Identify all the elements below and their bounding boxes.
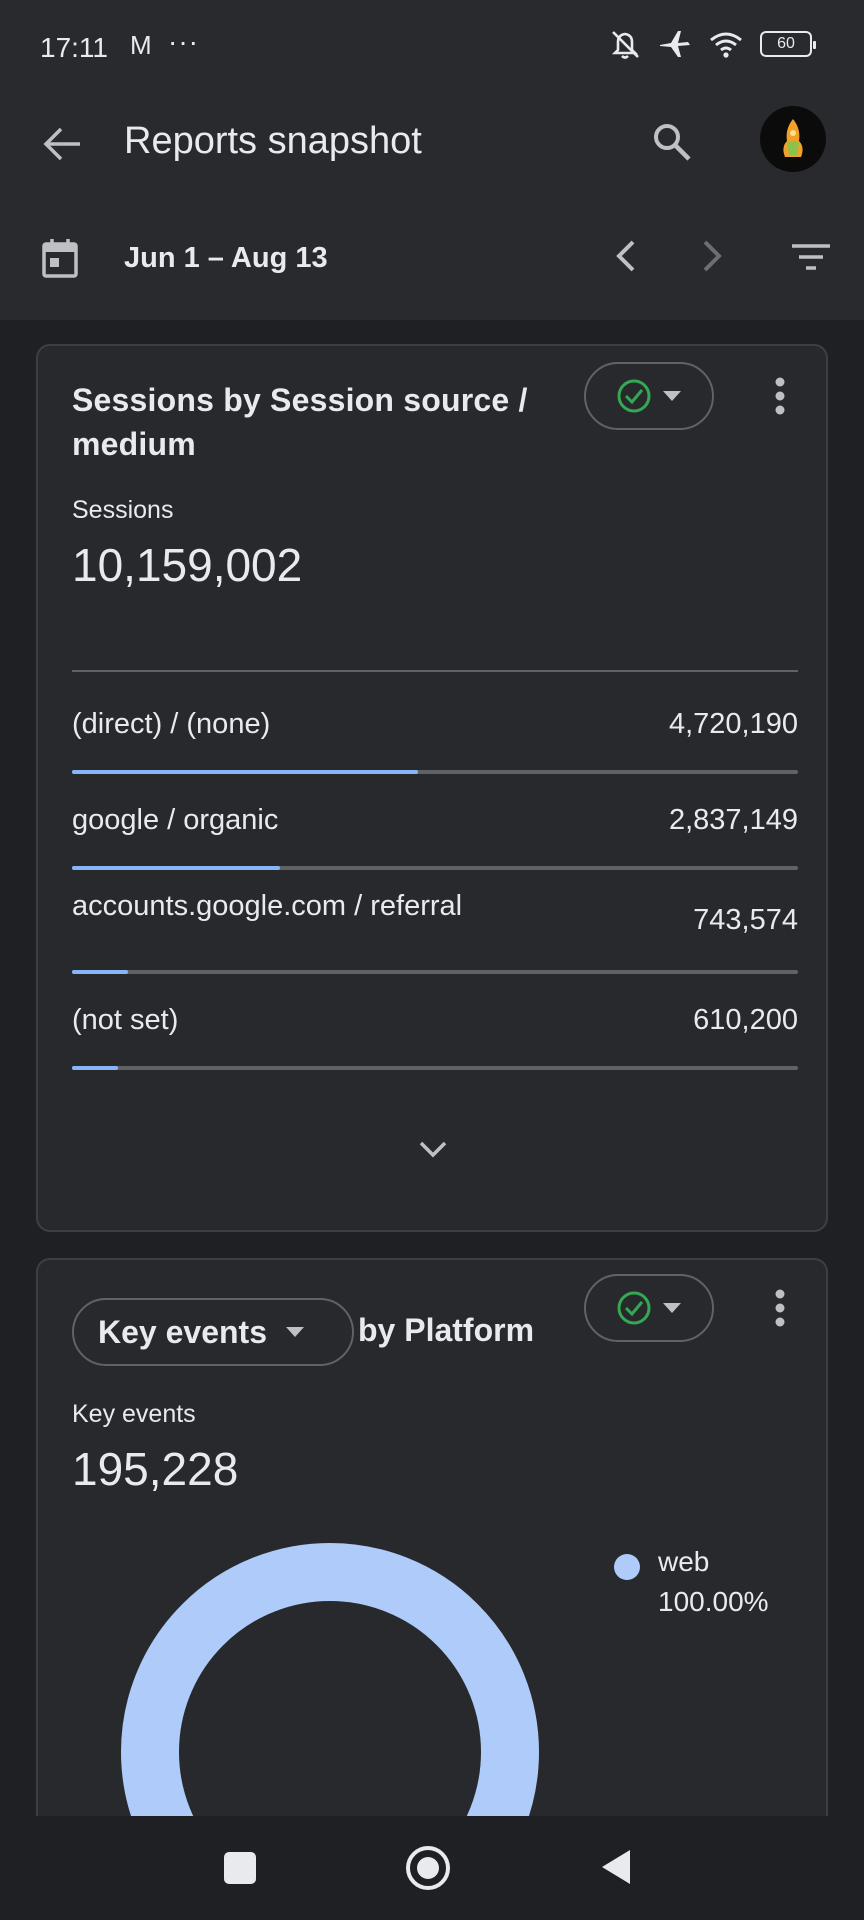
system-navigation-bar	[0, 1816, 864, 1920]
data-quality-dropdown[interactable]	[584, 362, 714, 430]
wifi-icon	[710, 32, 742, 58]
status-icons: 60	[608, 28, 816, 60]
progress-fill	[72, 1066, 118, 1070]
home-button[interactable]	[406, 1846, 450, 1890]
filter-icon	[792, 244, 830, 270]
airplane-mode-icon	[660, 31, 690, 57]
metric-value: 10,159,002	[72, 539, 303, 591]
metric-label: Key events	[72, 1400, 196, 1428]
mute-icon	[611, 31, 639, 59]
home-icon	[417, 1857, 439, 1879]
account-avatar[interactable]	[760, 106, 826, 172]
chevron-left-icon	[616, 240, 635, 272]
expand-button[interactable]	[410, 1126, 456, 1172]
progress-track	[72, 770, 798, 774]
previous-period-button[interactable]	[604, 234, 648, 278]
metric-label: Sessions	[72, 496, 174, 524]
back-button[interactable]	[36, 118, 88, 170]
arrow-back-icon	[43, 127, 80, 161]
app-root: 17:11 M ··· 60 Reports snapshot Jun 1 – …	[0, 0, 864, 1920]
page-title: Reports snapshot	[124, 120, 422, 162]
chevron-right-icon	[703, 240, 722, 272]
status-bar: 17:11 M ··· 60	[0, 0, 864, 100]
more-options-button[interactable]	[760, 1280, 800, 1336]
caret-down-icon	[663, 1303, 681, 1313]
progress-track	[72, 866, 798, 870]
calendar-icon	[42, 239, 78, 278]
date-bar: Jun 1 – Aug 13	[0, 220, 864, 300]
status-time: 17:11	[40, 32, 108, 63]
check-circle-icon	[617, 1291, 651, 1325]
row-value: 4,720,190	[668, 708, 798, 740]
sessions-card: Sessions by Session source / medium Sess…	[36, 344, 828, 1232]
data-quality-dropdown[interactable]	[584, 1274, 714, 1342]
row-value: 610,200	[693, 1004, 798, 1036]
legend-percent: 100.00%	[658, 1586, 769, 1617]
back-triangle-icon[interactable]	[600, 1848, 632, 1886]
legend-swatch	[614, 1554, 640, 1580]
row-value: 743,574	[693, 904, 798, 936]
next-period-button[interactable]	[690, 234, 734, 278]
progress-track	[72, 970, 798, 974]
more-options-button[interactable]	[760, 368, 800, 424]
avatar-image-icon	[783, 119, 803, 157]
progress-fill	[72, 770, 419, 774]
metric-value: 195,228	[72, 1443, 239, 1495]
search-icon	[654, 124, 691, 161]
metric-selector[interactable]: Key events	[72, 1298, 354, 1366]
date-range[interactable]: Jun 1 – Aug 13	[124, 242, 328, 275]
header: 17:11 M ··· 60 Reports snapshot Jun 1 – …	[0, 0, 864, 320]
recents-button[interactable]	[224, 1852, 256, 1884]
gmail-icon: M	[130, 30, 152, 60]
filter-button[interactable]	[788, 236, 834, 280]
caret-down-icon	[663, 391, 681, 401]
check-circle-icon	[617, 379, 651, 413]
chevron-down-icon	[419, 1141, 447, 1158]
search-button[interactable]	[644, 114, 700, 170]
battery-icon: 60	[760, 31, 816, 57]
row-label: (not set)	[72, 1004, 179, 1036]
progress-track	[72, 1066, 798, 1070]
row-value: 2,837,149	[668, 804, 798, 836]
app-bar: Reports snapshot	[0, 100, 864, 200]
more-vert-icon	[775, 1289, 785, 1327]
more-notifications-icon: ···	[168, 26, 199, 57]
more-vert-icon	[775, 377, 785, 415]
calendar-button[interactable]	[42, 238, 78, 283]
card-title: Sessions by Session source / medium	[72, 382, 528, 462]
progress-fill	[72, 970, 128, 974]
row-label: (direct) / (none)	[72, 708, 271, 740]
card-title-suffix: by Platform	[358, 1312, 535, 1348]
caret-down-icon	[285, 1327, 304, 1337]
legend-label: web	[658, 1546, 710, 1577]
metric-selector-label: Key events	[98, 1313, 267, 1350]
row-label: accounts.google.com / referral	[72, 890, 463, 922]
progress-fill	[72, 866, 281, 870]
divider	[72, 670, 798, 672]
row-label: google / organic	[72, 804, 279, 836]
